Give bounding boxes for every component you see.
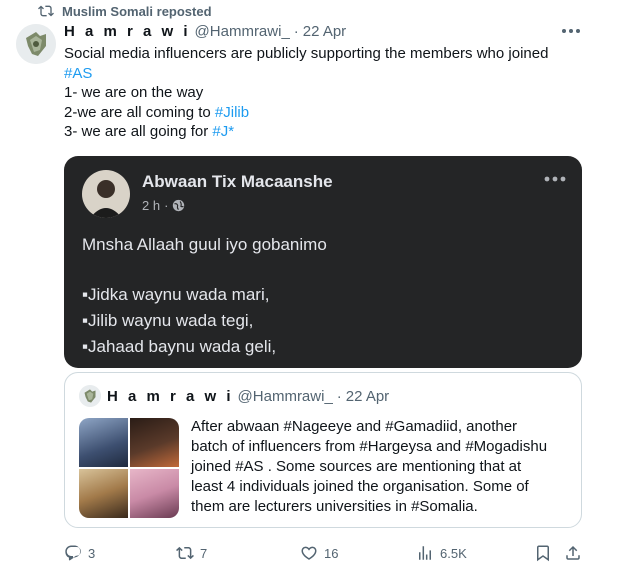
separator-dot: · bbox=[293, 22, 299, 40]
fb-meta: 2 h · bbox=[142, 198, 185, 213]
tweet-line: 3- we are all going for bbox=[64, 123, 213, 140]
fb-avatar-image bbox=[82, 170, 130, 218]
like-button[interactable]: 16 bbox=[300, 540, 338, 566]
action-bar: 3 7 16 6.5K bbox=[64, 540, 584, 566]
tweet-text: Social media influencers are publicly su… bbox=[64, 44, 584, 142]
reply-count: 3 bbox=[88, 545, 96, 561]
fb-avatar bbox=[82, 170, 130, 218]
views-chart-icon bbox=[419, 546, 431, 560]
repost-label[interactable]: Muslim Somali reposted bbox=[62, 4, 212, 19]
author-name[interactable]: H a m r a w i bbox=[64, 23, 191, 40]
hashtag-link[interactable]: #AS bbox=[64, 65, 92, 82]
fb-more-icon bbox=[542, 172, 568, 186]
views-button[interactable]: 6.5K bbox=[416, 540, 467, 566]
quote-timestamp: 22 Apr bbox=[345, 387, 390, 405]
quote-avatar bbox=[79, 385, 101, 407]
more-icon bbox=[562, 29, 580, 33]
separator-dot: · bbox=[336, 387, 342, 405]
quote-media-grid[interactable] bbox=[79, 418, 179, 518]
reply-button[interactable]: 3 bbox=[64, 540, 95, 566]
tweet-timestamp[interactable]: 22 Apr bbox=[303, 23, 346, 40]
quote-line: least 4 individuals joined the organisat… bbox=[191, 478, 529, 495]
tweet-header: H a m r a w i @Hammrawi_ · 22 Apr bbox=[64, 20, 584, 42]
bookmark-icon bbox=[537, 545, 549, 562]
fb-separator: · bbox=[164, 198, 169, 213]
bookmark-button[interactable] bbox=[534, 540, 552, 566]
quote-line: batch of influencers from #Hargeysa and … bbox=[191, 438, 548, 455]
quote-photo bbox=[79, 469, 128, 518]
hashtag-link[interactable]: #J* bbox=[212, 123, 234, 140]
quote-line: them are lecturers universities in #Soma… bbox=[191, 498, 478, 515]
fb-list-item: ▪Jilib waynu wada tegi, bbox=[82, 311, 254, 330]
hashtag-link[interactable]: #Jilib bbox=[215, 104, 249, 121]
avatar[interactable] bbox=[16, 24, 56, 64]
fb-list-item: ▪Jidka waynu wada mari, bbox=[82, 285, 270, 304]
repost-count: 7 bbox=[200, 545, 208, 561]
author-handle[interactable]: @Hammrawi_ bbox=[195, 23, 290, 40]
fb-author-name: Abwaan Tix Macaanshe bbox=[142, 172, 333, 191]
heart-icon bbox=[301, 546, 317, 560]
share-icon bbox=[566, 545, 580, 560]
quote-photo bbox=[79, 418, 128, 467]
tweet-line: 1- we are on the way bbox=[64, 84, 204, 101]
like-count: 16 bbox=[324, 545, 339, 561]
tweet-line: 2-we are all coming to bbox=[64, 103, 215, 121]
repost-button[interactable]: 7 bbox=[176, 540, 207, 566]
quoted-tweet[interactable]: H a m r a w i @Hammrawi_ · 22 Apr After … bbox=[64, 372, 582, 528]
quote-line: joined #AS . Some sources are mentioning… bbox=[191, 458, 522, 475]
views-count: 6.5K bbox=[440, 545, 467, 561]
fb-list-item: ▪Jahaad baynu wada geli, bbox=[82, 337, 277, 356]
repost-icon bbox=[38, 5, 54, 17]
reply-icon bbox=[65, 545, 81, 561]
repost-indicator[interactable]: Muslim Somali reposted bbox=[38, 2, 212, 20]
fb-time: 2 h bbox=[142, 198, 161, 213]
quote-text: After abwaan #Nageeye and #Gamadiid, ano… bbox=[191, 417, 561, 517]
media-image[interactable]: Abwaan Tix Macaanshe 2 h · Mnsha Allaah … bbox=[64, 156, 582, 368]
fb-line: Mnsha Allaah guul iyo gobanimo bbox=[82, 235, 327, 254]
repost-icon bbox=[176, 546, 194, 560]
quote-author-handle: @Hammrawi_ bbox=[237, 387, 333, 405]
quote-line: After abwaan #Nageeye and #Gamadiid, ano… bbox=[191, 418, 518, 435]
quote-author-name: H a m r a w i bbox=[107, 387, 234, 405]
quote-header: H a m r a w i @Hammrawi_ · 22 Apr bbox=[79, 385, 389, 407]
more-options-button[interactable] bbox=[558, 20, 584, 42]
globe-icon bbox=[173, 199, 185, 212]
quote-photo bbox=[130, 469, 179, 518]
fb-post-text: Mnsha Allaah guul iyo gobanimo ▪Jidka wa… bbox=[82, 232, 327, 360]
quote-photo bbox=[130, 418, 179, 467]
share-button[interactable] bbox=[564, 540, 582, 566]
tweet: H a m r a w i @Hammrawi_ · 22 Apr Social… bbox=[64, 20, 584, 142]
avatar-image bbox=[16, 24, 56, 64]
tweet-line: Social media influencers are publicly su… bbox=[64, 45, 549, 62]
